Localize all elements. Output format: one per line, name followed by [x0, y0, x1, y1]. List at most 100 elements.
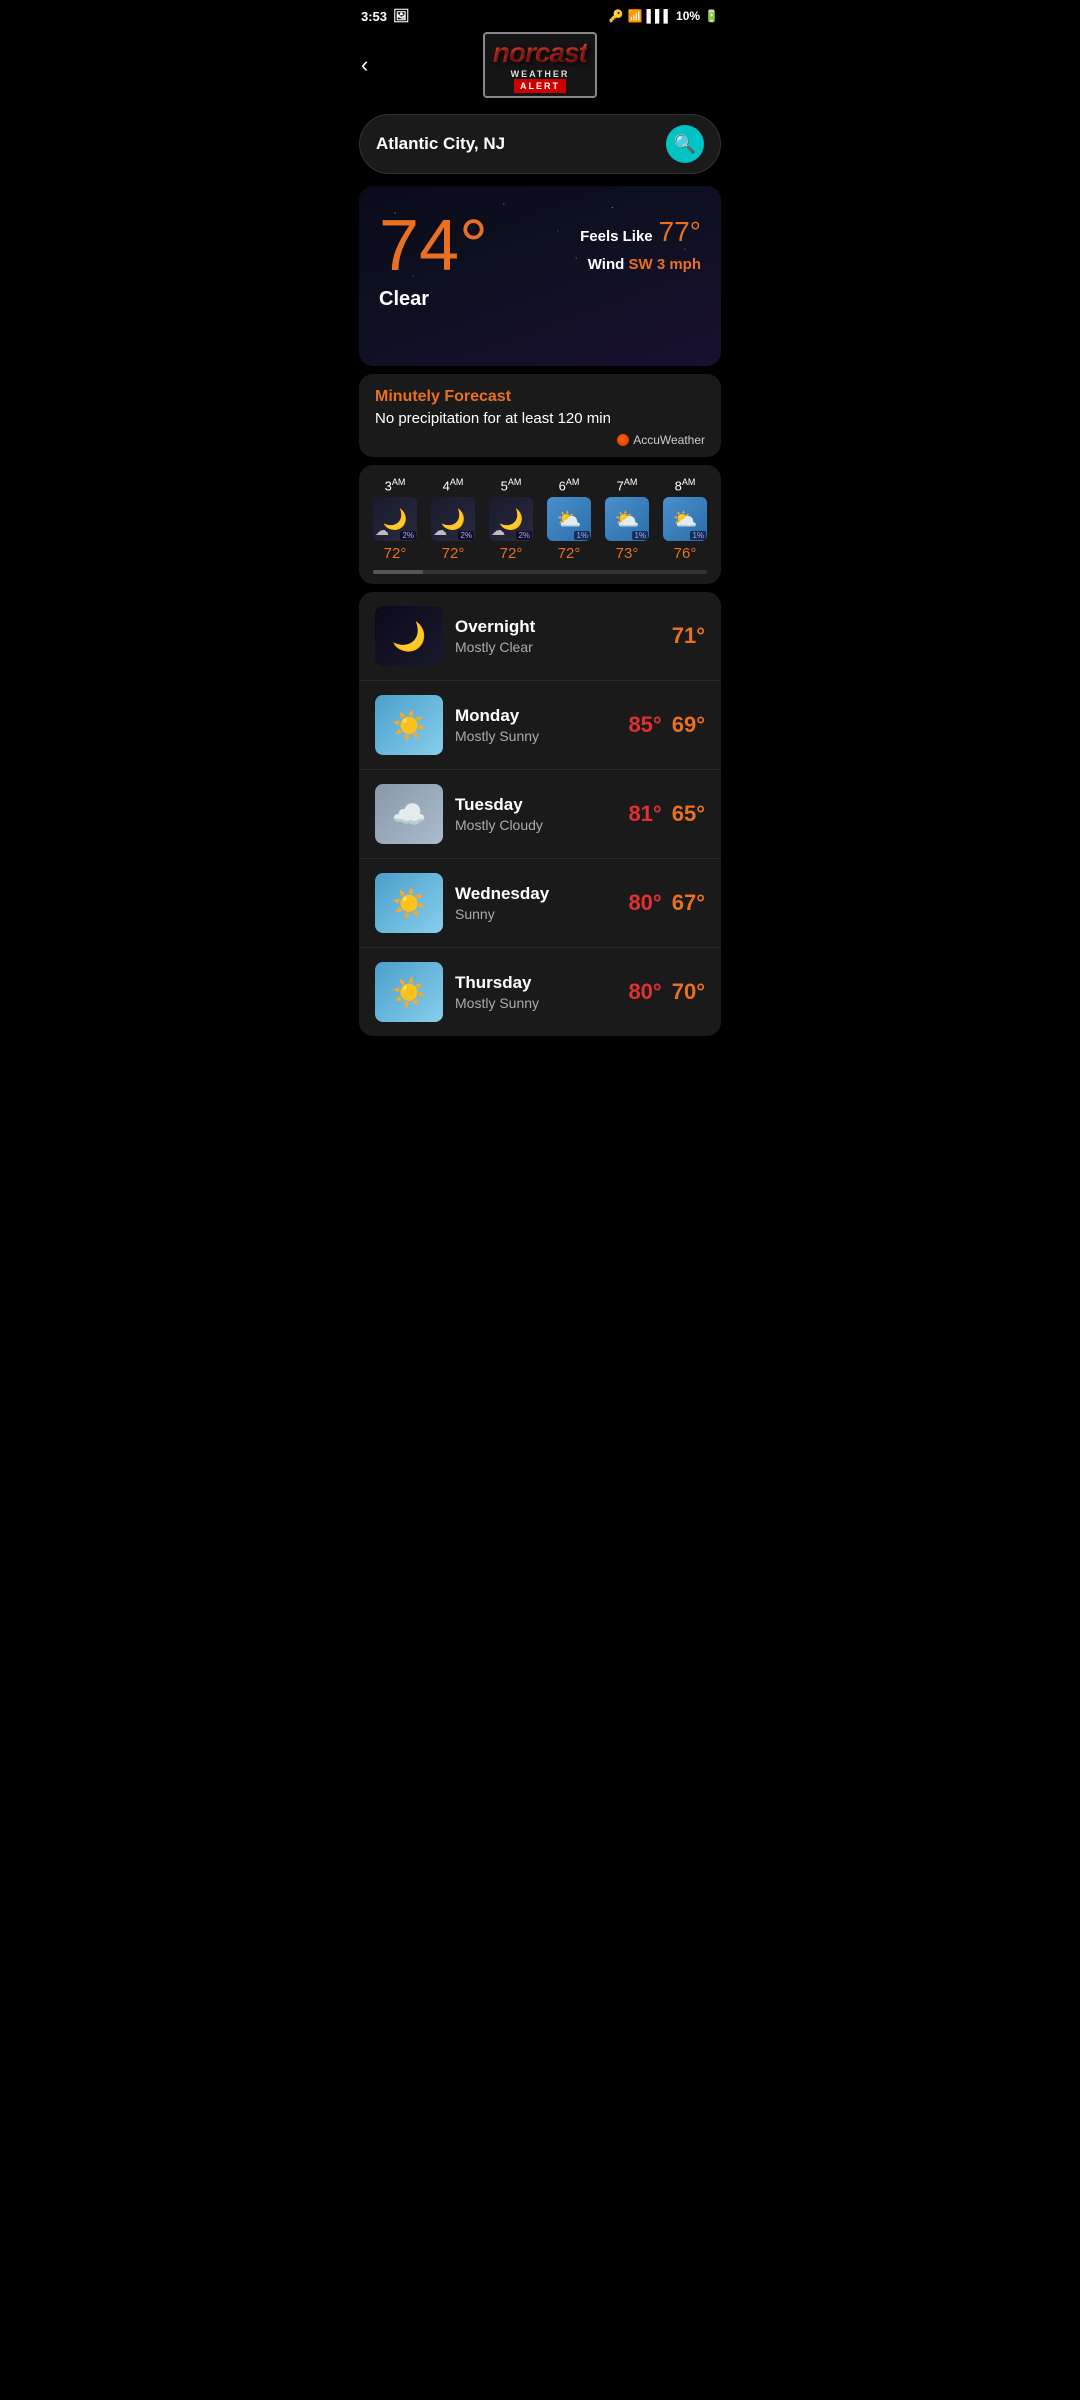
daily-temps: 85° 69° — [628, 712, 705, 738]
wifi-icon: 📶 — [628, 9, 643, 23]
hour-icon: ⛅ 1% — [605, 497, 649, 541]
signal-icon: ▌▌▌ — [647, 9, 673, 23]
search-container: Atlantic City, NJ 🔍 — [345, 106, 735, 182]
status-bar: 3:53 🖼 🔑 📶 ▌▌▌ 10% 🔋 — [345, 0, 735, 28]
hourly-item[interactable]: 6AM ⛅ 1% 72° — [543, 477, 595, 562]
search-icon: 🔍 — [674, 134, 696, 155]
daily-info: Thursday Mostly Sunny — [455, 973, 616, 1011]
back-button[interactable]: ‹ — [361, 52, 368, 78]
hourly-item[interactable]: 8AM ⛅ 1% 76° — [659, 477, 711, 562]
hourly-item[interactable]: 9AM ⛅ 1% 78° — [717, 477, 721, 562]
hour-icon: ⛅ 1% — [663, 497, 707, 541]
hour-temp: 73° — [616, 545, 639, 562]
precip-badge: 1% — [574, 531, 590, 540]
key-icon: 🔑 — [609, 9, 624, 23]
hour-label: 7AM — [617, 477, 638, 493]
battery-icon: 🔋 — [704, 9, 719, 23]
daily-row[interactable]: ☀️ Thursday Mostly Sunny 80° 70° — [359, 948, 721, 1036]
daily-info: Wednesday Sunny — [455, 884, 616, 922]
scroll-track — [373, 570, 707, 574]
daily-row[interactable]: 🌙 Overnight Mostly Clear 71° — [359, 592, 721, 681]
wind-value: SW 3 mph — [628, 256, 701, 273]
daily-day: Tuesday — [455, 795, 616, 815]
search-button[interactable]: 🔍 — [666, 125, 704, 163]
weather-details-panel: Feels Like 77° Wind SW 3 mph — [580, 216, 701, 273]
wind-row: Wind SW 3 mph — [580, 256, 701, 273]
hourly-scroll[interactable]: 3AM 🌙☁ 2% 72° 4AM 🌙☁ 2% 72° 5AM 🌙☁ 2% 72… — [359, 477, 721, 562]
daily-icon: ☀️ — [375, 873, 443, 933]
hour-icon: 🌙☁ 2% — [431, 497, 475, 541]
feels-like-label: Feels Like — [580, 228, 653, 245]
daily-info: Overnight Mostly Clear — [455, 617, 660, 655]
search-bar[interactable]: Atlantic City, NJ 🔍 — [359, 114, 721, 174]
daily-forecast-card: 🌙 Overnight Mostly Clear 71° ☀️ Monday M… — [359, 592, 721, 1036]
precip-badge: 2% — [458, 531, 474, 540]
daily-day: Wednesday — [455, 884, 616, 904]
daily-condition: Mostly Cloudy — [455, 817, 616, 833]
accuweather-badge: AccuWeather — [375, 433, 705, 447]
daily-day: Overnight — [455, 617, 660, 637]
hour-temp: 72° — [384, 545, 407, 562]
logo-alert: ALERT — [514, 79, 566, 93]
daily-condition: Mostly Clear — [455, 639, 660, 655]
daily-temp: 71° — [672, 623, 705, 649]
hourly-section: 3AM 🌙☁ 2% 72° 4AM 🌙☁ 2% 72° 5AM 🌙☁ 2% 72… — [359, 465, 721, 584]
daily-row[interactable]: ☀️ Monday Mostly Sunny 85° 69° — [359, 681, 721, 770]
daily-info: Monday Mostly Sunny — [455, 706, 616, 744]
search-location-text: Atlantic City, NJ — [376, 134, 666, 154]
daily-temps: 71° — [672, 623, 705, 649]
daily-icon: ☀️ — [375, 695, 443, 755]
hour-label: 5AM — [501, 477, 522, 493]
daily-lo-temp: 69° — [672, 712, 705, 738]
battery-label: 10% — [676, 9, 700, 23]
daily-hi-temp: 80° — [628, 890, 661, 916]
weather-hero: 74° Clear Feels Like 77° Wind SW 3 mph — [359, 186, 721, 366]
daily-row[interactable]: ☀️ Wednesday Sunny 80° 67° — [359, 859, 721, 948]
daily-hi-temp: 80° — [628, 979, 661, 1005]
daily-day: Monday — [455, 706, 616, 726]
daily-hi-temp: 85° — [628, 712, 661, 738]
hourly-item[interactable]: 3AM 🌙☁ 2% 72° — [369, 477, 421, 562]
logo-weather: WEATHER — [511, 69, 570, 79]
hourly-item[interactable]: 4AM 🌙☁ 2% 72° — [427, 477, 479, 562]
logo-subtitle: WEATHER — [511, 69, 570, 79]
daily-condition: Mostly Sunny — [455, 995, 616, 1011]
app-header: ‹ norcast WEATHER ALERT — [345, 28, 735, 106]
hour-icon: ⛅ 1% — [547, 497, 591, 541]
daily-day: Thursday — [455, 973, 616, 993]
daily-condition: Sunny — [455, 906, 616, 922]
wind-label: Wind — [588, 256, 625, 273]
feels-like-value: 77° — [659, 216, 701, 248]
status-icons: 🔑 📶 ▌▌▌ 10% 🔋 — [609, 9, 719, 23]
minutely-description: No precipitation for at least 120 min — [375, 410, 705, 427]
hour-label: 4AM — [443, 477, 464, 493]
minutely-title: Minutely Forecast — [375, 388, 705, 406]
daily-condition: Mostly Sunny — [455, 728, 616, 744]
hour-label: 3AM — [385, 477, 406, 493]
logo-norcast: norcast — [493, 37, 587, 69]
daily-icon: ☀️ — [375, 962, 443, 1022]
scroll-thumb — [373, 570, 423, 574]
hour-label: 8AM — [675, 477, 696, 493]
hour-temp: 72° — [442, 545, 465, 562]
accuweather-dot — [617, 434, 629, 446]
hourly-item[interactable]: 7AM ⛅ 1% 73° — [601, 477, 653, 562]
daily-row[interactable]: ☁️ Tuesday Mostly Cloudy 81° 65° — [359, 770, 721, 859]
daily-temps: 80° 67° — [628, 890, 705, 916]
status-time-area: 3:53 🖼 — [361, 8, 410, 24]
hourly-item[interactable]: 5AM 🌙☁ 2% 72° — [485, 477, 537, 562]
daily-temps: 81° 65° — [628, 801, 705, 827]
daily-info: Tuesday Mostly Cloudy — [455, 795, 616, 833]
accuweather-label: AccuWeather — [633, 433, 705, 447]
hour-temp: 76° — [674, 545, 697, 562]
daily-lo-temp: 67° — [672, 890, 705, 916]
hour-temp: 72° — [558, 545, 581, 562]
current-condition: Clear — [379, 288, 701, 311]
hour-temp: 72° — [500, 545, 523, 562]
hour-label: 6AM — [559, 477, 580, 493]
time-display: 3:53 — [361, 9, 387, 24]
minutely-card: Minutely Forecast No precipitation for a… — [359, 374, 721, 457]
daily-icon: 🌙 — [375, 606, 443, 666]
precip-badge: 1% — [632, 531, 648, 540]
daily-lo-temp: 65° — [672, 801, 705, 827]
